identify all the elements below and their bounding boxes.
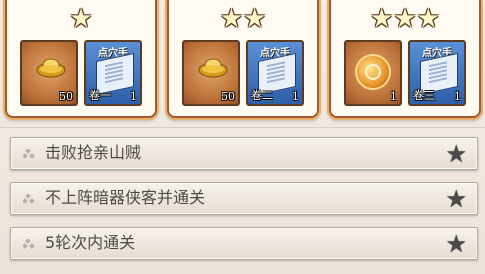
star-rating: ★★	[169, 5, 317, 33]
objective-row: 5轮次内通关 ★	[10, 227, 478, 260]
reward-item-skill-book[interactable]: 点穴手 卷二 1	[246, 40, 304, 106]
objective-row: 不上阵暗器侠客并通关 ★	[10, 182, 478, 215]
reward-item-gold-ingot[interactable]: 50	[182, 40, 240, 106]
star-icon: ★	[393, 4, 417, 34]
reward-item-jade-token[interactable]: 1	[344, 40, 402, 106]
item-quantity: 50	[59, 90, 73, 103]
book-volume: 卷三	[413, 89, 435, 102]
reward-card-1-star: ★ 50 点穴手 卷一 1	[5, 0, 157, 118]
star-icon: ★	[69, 4, 93, 34]
book-volume: 卷一	[89, 89, 111, 102]
book-volume: 卷二	[251, 89, 273, 102]
section-divider	[0, 127, 485, 128]
objective-label: 5轮次内通关	[45, 233, 136, 252]
star-icon: ★	[243, 4, 267, 34]
item-quantity: 1	[390, 90, 397, 103]
star-rating: ★★★	[331, 5, 479, 33]
diamond-bullet-icon	[23, 149, 35, 159]
objective-star-icon: ★	[445, 185, 467, 213]
objective-label: 不上阵暗器侠客并通关	[45, 188, 206, 207]
reward-card-3-star: ★★★ 1 点穴手 卷三 1	[329, 0, 481, 118]
objective-star-icon: ★	[445, 230, 467, 258]
star-icon: ★	[370, 4, 394, 34]
diamond-bullet-icon	[23, 194, 35, 204]
diamond-bullet-icon	[23, 239, 35, 249]
item-quantity: 50	[221, 90, 235, 103]
reward-item-skill-book[interactable]: 点穴手 卷三 1	[408, 40, 466, 106]
star-icon: ★	[416, 4, 440, 34]
objective-row: 击败抢亲山贼 ★	[10, 137, 478, 170]
objective-label: 击败抢亲山贼	[45, 143, 142, 162]
reward-item-gold-ingot[interactable]: 50	[20, 40, 78, 106]
reward-item-skill-book[interactable]: 点穴手 卷一 1	[84, 40, 142, 106]
star-rating: ★	[7, 5, 155, 33]
item-quantity: 1	[454, 90, 461, 103]
item-quantity: 1	[292, 90, 299, 103]
gold-ingot-icon	[198, 58, 228, 78]
reward-card-2-star: ★★ 50 点穴手 卷二 1	[167, 0, 319, 118]
objective-star-icon: ★	[445, 140, 467, 168]
jade-token-icon	[355, 54, 391, 90]
star-icon: ★	[219, 4, 243, 34]
item-quantity: 1	[130, 90, 137, 103]
gold-ingot-icon	[36, 58, 66, 78]
